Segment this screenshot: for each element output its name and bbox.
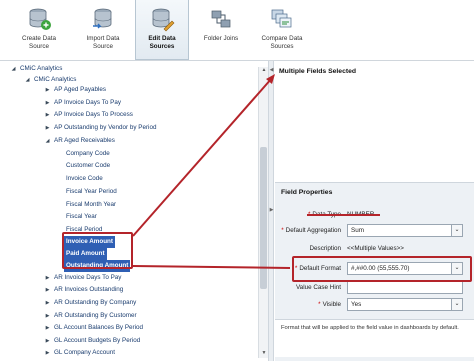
visible-row: * Visible Yes ⌄	[275, 297, 474, 311]
expanded-arrow-icon[interactable]: ◢	[44, 135, 51, 147]
tree-field-company-code[interactable]: Company Code	[66, 148, 110, 160]
edit-data-sources-label: Edit Data Sources	[148, 35, 176, 50]
database-edit-icon	[152, 8, 175, 32]
import-data-source-label: Import Data Source	[86, 35, 120, 50]
collapsed-arrow-icon[interactable]: ▶	[44, 347, 51, 359]
scroll-down-arrow-icon[interactable]: ▼	[260, 350, 268, 358]
expanded-arrow-icon[interactable]: ◢	[10, 63, 17, 75]
folder-joins-label: Folder Joins	[203, 35, 239, 42]
collapsed-arrow-icon[interactable]: ▶	[44, 310, 51, 322]
tree-field-outstanding-amount[interactable]: Outstanding Amount	[64, 260, 131, 272]
import-data-source-button[interactable]: Import Data Source	[76, 0, 130, 60]
tree-item-ap-invoice-days-to-process[interactable]: ▶ AP Invoice Days To Process	[44, 109, 133, 121]
value-case-hint-row: Value Case Hint	[275, 280, 474, 294]
scroll-up-arrow-icon[interactable]: ▲	[260, 67, 268, 75]
collapsed-arrow-icon[interactable]: ▶	[44, 297, 51, 309]
chevron-down-icon[interactable]: ⌄	[451, 224, 462, 236]
compare-data-sources-button[interactable]: Compare Data Sources	[254, 0, 310, 60]
collapsed-arrow-icon[interactable]: ▶	[44, 322, 51, 334]
default-format-label: Default Format	[299, 264, 341, 272]
tree-item-ar-outstanding-by-customer[interactable]: ▶ AR Outstanding By Customer	[44, 310, 137, 322]
collapsed-arrow-icon[interactable]: ▶	[44, 272, 51, 284]
tree-item-gl-account-balances[interactable]: ▶ GL Account Balances By Period	[44, 322, 143, 334]
collapsed-arrow-icon[interactable]: ▶	[44, 84, 51, 96]
properties-panel: Multiple Fields Selected Field Propertie…	[275, 61, 474, 361]
compare-data-sources-label: Compare Data Sources	[261, 35, 303, 50]
required-marker: *	[281, 226, 284, 234]
tree-field-invoice-code[interactable]: Invoice Code	[66, 173, 103, 185]
tree-field-customer-code[interactable]: Customer Code	[66, 160, 110, 172]
folder-joins-button[interactable]: Folder Joins	[196, 0, 246, 60]
tree-field-fiscal-period[interactable]: Fiscal Period	[66, 224, 102, 236]
tree-item-ap-outstanding-by-vendor[interactable]: ▶ AP Outstanding by Vendor by Period	[44, 122, 157, 134]
required-marker: *	[318, 300, 321, 308]
tree-field-paid-amount[interactable]: Paid Amount	[64, 248, 107, 260]
edit-data-sources-button[interactable]: Edit Data Sources	[135, 0, 189, 60]
tree-item-ar-aged-receivables[interactable]: ◢ AR Aged Receivables	[44, 135, 115, 147]
multiple-fields-selected-title: Multiple Fields Selected	[279, 68, 357, 75]
tree-field-invoice-amount[interactable]: Invoice Amount	[64, 236, 115, 248]
default-format-row: * Default Format #,##0.00 (55,555.70) ⌄	[275, 261, 474, 275]
tree-scrollbar[interactable]: ▲ ▼	[258, 67, 268, 358]
value-case-hint-input[interactable]	[347, 280, 463, 294]
compare-icon	[271, 9, 292, 28]
tree-field-fiscal-month-year[interactable]: Fiscal Month Year	[66, 199, 116, 211]
format-hint-text: Format that will be applied to the field…	[275, 319, 474, 357]
tree-item-ar-outstanding-by-company[interactable]: ▶ AR Outstanding By Company	[44, 297, 137, 309]
scroll-thumb[interactable]	[260, 147, 267, 289]
default-aggregation-label: Default Aggregation	[285, 226, 341, 234]
data-source-tree: ◢ CMiC Analytics ◢ CMiC Analytics ▶ AP Aged…	[0, 61, 270, 361]
tree-item-ar-invoice-days-to-pay[interactable]: ▶ AR Invoice Days To Pay	[44, 272, 122, 284]
field-properties-section: Field Properties *Data Type NUMBER *Defa…	[275, 182, 474, 361]
collapsed-arrow-icon[interactable]: ▶	[44, 97, 51, 109]
collapsed-arrow-icon[interactable]: ▶	[44, 335, 51, 347]
expand-right-icon[interactable]: ▶	[269, 207, 274, 213]
description-label: Description	[309, 244, 342, 252]
panel-splitter[interactable]: ◀ ▶	[268, 61, 274, 361]
default-aggregation-row: * Default Aggregation Sum ⌄	[275, 223, 474, 237]
chevron-down-icon[interactable]: ⌄	[451, 262, 462, 274]
collapse-left-icon[interactable]: ◀	[269, 67, 274, 73]
chevron-down-icon[interactable]: ⌄	[451, 298, 462, 310]
tree-item-gl-company-account[interactable]: ▶ GL Company Account	[44, 347, 115, 359]
collapsed-arrow-icon[interactable]: ▶	[44, 284, 51, 296]
tree-item-ap-aged-payables[interactable]: ▶ AP Aged Payables	[44, 84, 107, 96]
visible-label: Visible	[322, 300, 341, 308]
visible-select[interactable]: Yes ⌄	[347, 297, 463, 311]
toolbar: Create Data Source Import Data Source Ed…	[0, 0, 474, 61]
database-add-icon	[29, 8, 51, 30]
tree-field-fiscal-year-period[interactable]: Fiscal Year Period	[66, 186, 117, 198]
data-type-underline	[307, 214, 380, 216]
tree-item-ap-invoice-days-to-pay[interactable]: ▶ AP Invoice Days To Pay	[44, 97, 121, 109]
description-value[interactable]: <<Multiple Values>>	[347, 245, 404, 252]
default-format-select[interactable]: #,##0.00 (55,555.70) ⌄	[347, 261, 463, 275]
collapsed-arrow-icon[interactable]: ▶	[44, 109, 51, 121]
folder-joins-icon	[211, 10, 231, 28]
create-data-source-label: Create Data Source	[22, 35, 56, 50]
value-case-hint-label: Value Case Hint	[295, 283, 341, 291]
expanded-arrow-icon[interactable]: ◢	[24, 74, 31, 86]
tree-item-gl-account-budgets[interactable]: ▶ GL Account Budgets By Period	[44, 335, 141, 347]
create-data-source-button[interactable]: Create Data Source	[14, 0, 64, 60]
default-aggregation-select[interactable]: Sum ⌄	[347, 223, 463, 237]
database-import-icon	[93, 8, 112, 29]
collapsed-arrow-icon[interactable]: ▶	[44, 122, 51, 134]
tree-field-fiscal-year[interactable]: Fiscal Year	[66, 211, 97, 223]
field-properties-title: Field Properties	[281, 189, 333, 196]
description-row: Description <<Multiple Values>>	[275, 241, 474, 255]
required-marker: *	[294, 264, 298, 272]
tree-item-ar-invoices-outstanding[interactable]: ▶ AR Invoices Outstanding	[44, 284, 124, 296]
